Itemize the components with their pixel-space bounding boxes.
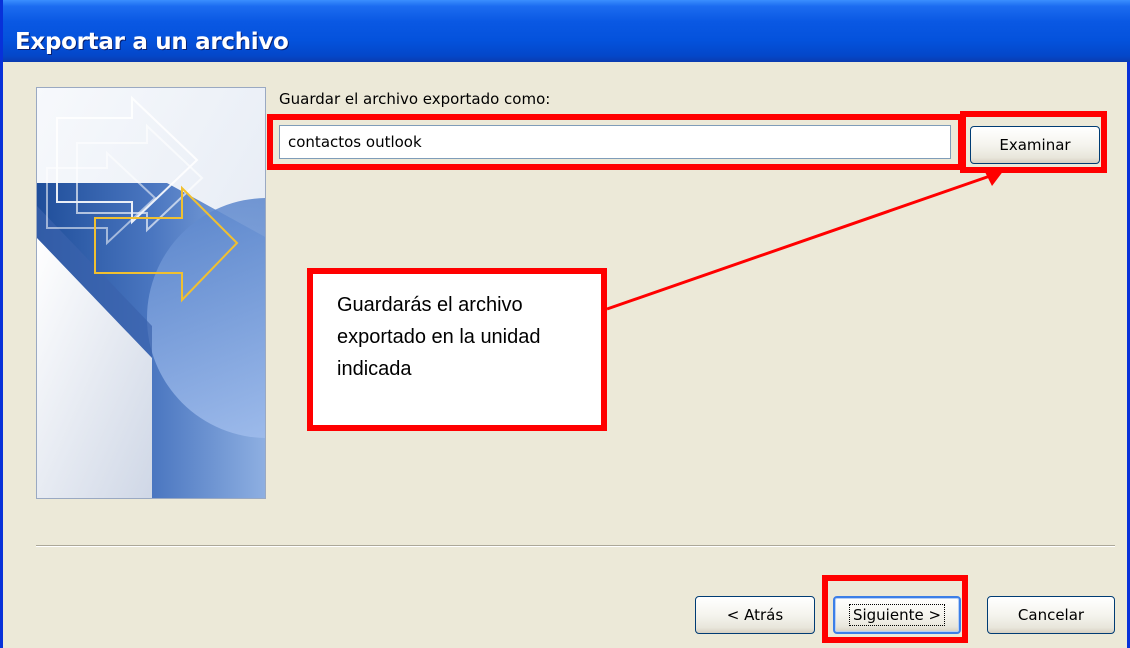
cancel-button[interactable]: Cancelar [987, 596, 1115, 634]
browse-button[interactable]: Examinar [970, 126, 1100, 164]
back-button[interactable]: < Atrás [695, 596, 815, 634]
filename-input[interactable] [279, 125, 951, 159]
next-button[interactable]: Siguiente > [833, 596, 961, 634]
wizard-side-image [36, 87, 266, 499]
window-title: Exportar a un archivo [15, 29, 289, 55]
footer-separator [36, 545, 1115, 547]
callout-text: Guardarás el archivo exportado en la uni… [337, 294, 541, 380]
save-as-label: Guardar el archivo exportado como: [279, 90, 551, 108]
next-button-label: Siguiente > [848, 604, 946, 626]
title-bar[interactable]: Exportar a un archivo [3, 0, 1130, 62]
wizard-graphic [37, 88, 265, 498]
callout-box: Guardarás el archivo exportado en la uni… [307, 268, 607, 431]
